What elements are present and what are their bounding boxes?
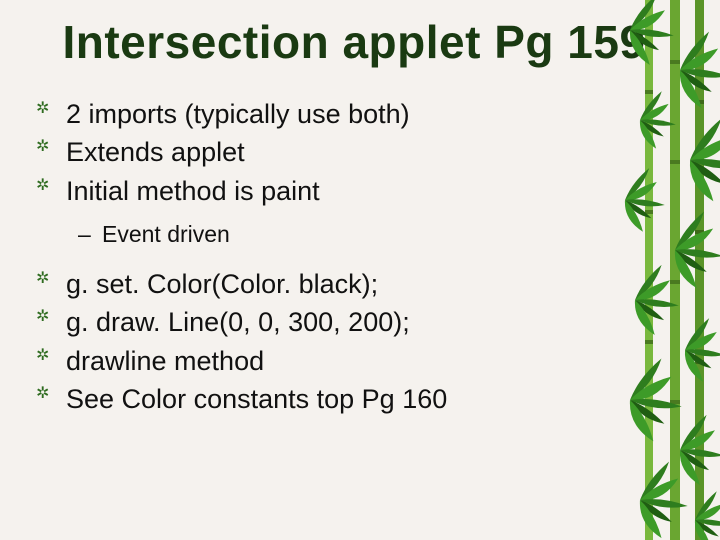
bullet-sublist: Event driven bbox=[32, 219, 588, 250]
list-item: g. set. Color(Color. black); bbox=[32, 266, 588, 302]
slide-content: 2 imports (typically use both) Extends a… bbox=[28, 96, 588, 418]
list-item: Extends applet bbox=[32, 134, 588, 170]
bullet-list-top: 2 imports (typically use both) Extends a… bbox=[32, 96, 588, 209]
slide: Intersection applet Pg 159 2 imports (ty… bbox=[0, 0, 720, 540]
list-item: 2 imports (typically use both) bbox=[32, 96, 588, 132]
list-item: See Color constants top Pg 160 bbox=[32, 381, 588, 417]
list-item: drawline method bbox=[32, 343, 588, 379]
slide-title: Intersection applet Pg 159 bbox=[28, 18, 680, 68]
list-item: Initial method is paint bbox=[32, 173, 588, 209]
list-item: Event driven bbox=[32, 219, 588, 250]
list-item: g. draw. Line(0, 0, 300, 200); bbox=[32, 304, 588, 340]
bullet-list-bottom: g. set. Color(Color. black); g. draw. Li… bbox=[32, 266, 588, 418]
